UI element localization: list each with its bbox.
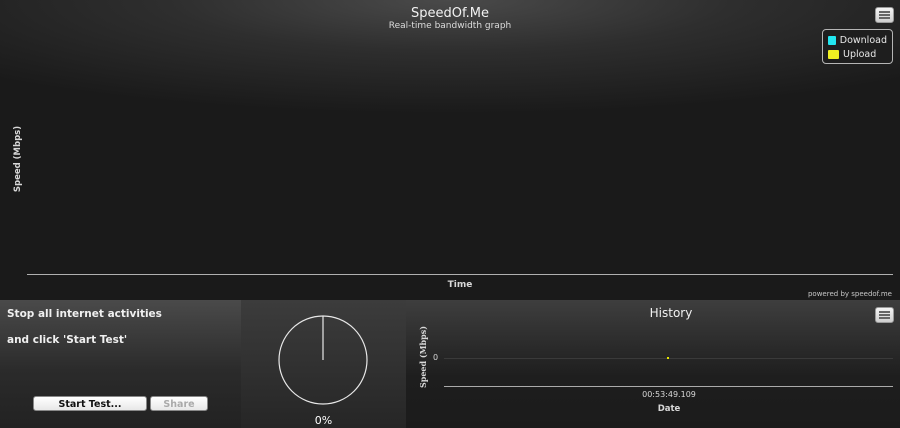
legend-item-download[interactable]: Download	[828, 33, 887, 47]
bandwidth-graph: SpeedOf.Me Real-time bandwidth graph Dow…	[0, 0, 900, 300]
upload-swatch-icon	[828, 49, 839, 59]
graph-x-axis-line	[27, 274, 893, 275]
graph-y-axis-label: Speed (Mbps)	[13, 125, 23, 193]
start-test-button[interactable]: Start Test...	[33, 396, 147, 411]
powered-by-text: powered by speedof.me	[807, 290, 892, 298]
graph-legend: Download Upload	[822, 29, 893, 64]
history-data-point[interactable]	[667, 357, 669, 359]
legend-label-upload: Upload	[843, 48, 877, 60]
history-y-axis-label: Speed (Mbps)	[418, 325, 428, 389]
graph-title: SpeedOf.Me	[411, 6, 489, 21]
history-menu-icon[interactable]	[875, 307, 894, 323]
share-button[interactable]: Share	[150, 396, 208, 411]
history-y-tick: 0	[433, 353, 439, 362]
history-x-axis-line	[444, 386, 893, 387]
history-x-axis-label: Date	[657, 404, 681, 414]
instruction-line-1: Stop all internet activities	[7, 308, 162, 320]
history-x-tick: 00:53:49.109	[642, 390, 696, 399]
legend-label-download: Download	[839, 34, 887, 46]
bottom-panels: Stop all internet activities and click '…	[0, 300, 900, 428]
graph-x-axis-label: Time	[447, 280, 473, 290]
graph-subtitle: Real-time bandwidth graph	[388, 21, 512, 31]
graph-menu-icon[interactable]	[875, 7, 894, 23]
progress-percent: 0%	[314, 414, 333, 427]
legend-item-upload[interactable]: Upload	[828, 47, 887, 61]
progress-dial	[278, 315, 368, 405]
history-panel: History Speed (Mbps) 0 00:53:49.109 Date	[406, 300, 900, 428]
instructions-panel: Stop all internet activities and click '…	[0, 300, 241, 428]
download-swatch-icon	[828, 35, 836, 45]
history-title: History	[649, 306, 693, 320]
progress-panel: 0%	[241, 300, 406, 428]
instruction-line-2: and click 'Start Test'	[7, 334, 128, 346]
